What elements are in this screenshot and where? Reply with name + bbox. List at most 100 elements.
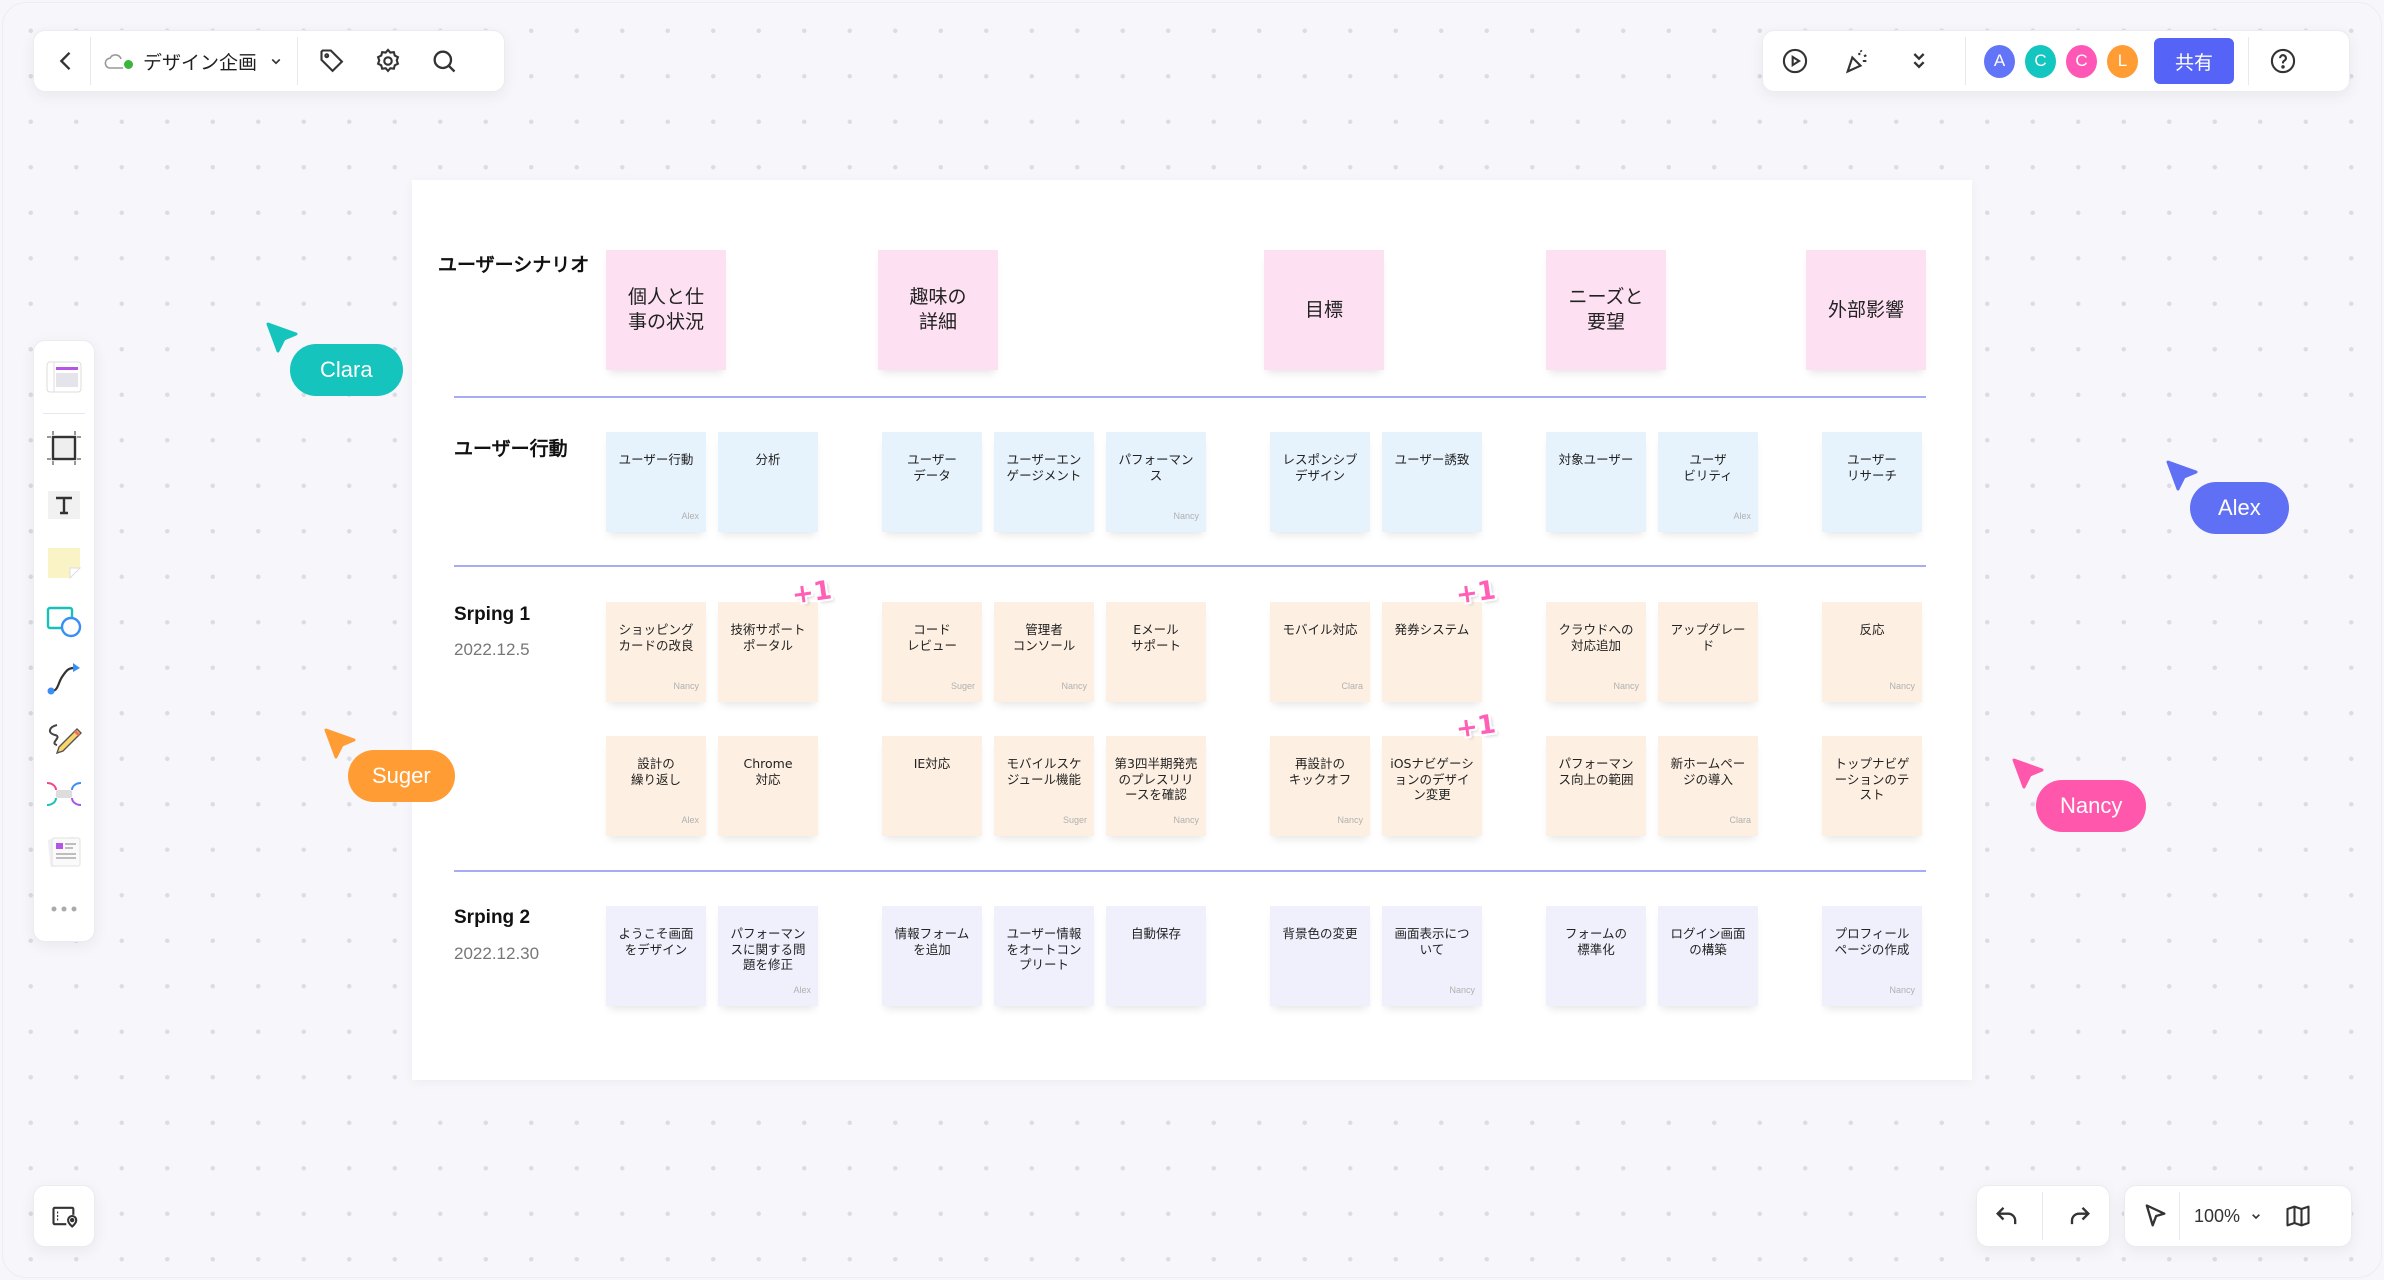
sprint1-sticky[interactable]: 技術サポート ポータル +1 bbox=[718, 575, 834, 702]
sticky-note-tool[interactable] bbox=[38, 537, 90, 589]
sprint1-sticky[interactable]: 新ホームペー ジの導入 Clara bbox=[1658, 736, 1758, 836]
outline-button[interactable] bbox=[33, 1185, 95, 1247]
sprint2-sticky[interactable]: ようこそ画面 をデザイン bbox=[606, 906, 706, 1006]
sprint1-sticky[interactable]: トップナビゲ ーションのテ スト bbox=[1822, 736, 1922, 836]
sprint1-sticky[interactable]: モバイルスケ ジュール機能 Suger bbox=[994, 736, 1094, 836]
user-action-sticky[interactable]: ユーザー リサーチ bbox=[1822, 432, 1922, 532]
user-action-sticky[interactable]: ユーザ ビリティ Alex bbox=[1658, 432, 1758, 532]
sprint2-sticky[interactable]: 背景色の変更 bbox=[1270, 906, 1370, 1006]
user-action-sticky[interactable]: ユーザーエン ゲージメント bbox=[994, 432, 1094, 532]
sprint1-sticky[interactable]: Chrome 対応 bbox=[718, 736, 818, 836]
user-action-sticky[interactable]: レスポンシブ デザイン bbox=[1270, 432, 1370, 532]
settings-icon bbox=[376, 48, 400, 73]
frame-tool[interactable] bbox=[38, 422, 90, 474]
avatar[interactable]: A bbox=[1984, 44, 2015, 78]
divider bbox=[2042, 1192, 2044, 1240]
sticky-text: フォームの 標準化 bbox=[1564, 926, 1628, 957]
user-action-sticky[interactable]: 対象ユーザー bbox=[1546, 432, 1646, 532]
text-icon bbox=[48, 491, 80, 520]
sprint2-sticky[interactable]: 画面表示につ いて Nancy bbox=[1382, 906, 1482, 1006]
sticky-text: 目標 bbox=[1304, 298, 1343, 321]
text-tool[interactable] bbox=[38, 479, 90, 531]
row-separator bbox=[454, 565, 1926, 567]
mindmap-tool[interactable] bbox=[38, 768, 90, 820]
sprint2-sticky[interactable]: ログイン画面 の構築 bbox=[1658, 906, 1758, 1006]
settings-button[interactable] bbox=[364, 37, 412, 85]
sprint1-sticky[interactable]: IE対応 bbox=[882, 736, 982, 836]
sprint1-sticky[interactable]: モバイル対応 Clara bbox=[1270, 602, 1370, 702]
sprint1-sticky[interactable]: 再設計の キックオフ Nancy bbox=[1270, 736, 1370, 836]
zoom-level-dropdown[interactable]: 100% bbox=[2180, 1206, 2274, 1227]
sprint1-sticky[interactable]: 設計の 繰り返し Alex bbox=[606, 736, 706, 836]
sprint1-sticky[interactable]: iOSナビゲーシ ョンのデザイ ン変更 +1 bbox=[1382, 709, 1498, 836]
divider bbox=[2248, 37, 2249, 85]
sprint1-sticky[interactable]: クラウドへの 対応追加 Nancy bbox=[1546, 602, 1646, 702]
vote-sticker: +1 bbox=[1454, 575, 1498, 611]
scenario-sticky[interactable]: 外部影響 bbox=[1806, 250, 1926, 370]
pen-icon bbox=[49, 724, 82, 755]
scenario-sticky[interactable]: 個人と仕 事の状況 bbox=[606, 250, 726, 370]
celebrate-button[interactable] bbox=[1833, 37, 1881, 85]
select-tool-button[interactable] bbox=[2131, 1192, 2179, 1240]
minimap-button[interactable] bbox=[2274, 1192, 2322, 1240]
sprint2-sticky[interactable]: プロフィール ページの作成 Nancy bbox=[1822, 906, 1922, 1006]
scenario-sticky[interactable]: ニーズと 要望 bbox=[1546, 250, 1666, 370]
sticky-author: Nancy bbox=[1889, 680, 1915, 691]
sticky-author: Alex bbox=[681, 814, 699, 825]
frame-icon bbox=[47, 430, 81, 465]
sprint1-sticky[interactable]: コード レビュー Suger bbox=[882, 602, 982, 702]
share-button[interactable]: 共有 bbox=[2154, 38, 2234, 84]
sticky-author: Nancy bbox=[1173, 510, 1199, 521]
pen-tool[interactable] bbox=[38, 710, 90, 762]
sprint2-sticky[interactable]: 情報フォーム を追加 bbox=[882, 906, 982, 1006]
help-button[interactable] bbox=[2259, 37, 2307, 85]
avatar[interactable]: C bbox=[2025, 44, 2056, 78]
present-button[interactable] bbox=[1771, 37, 1819, 85]
search-button[interactable] bbox=[420, 37, 468, 85]
user-action-sticky[interactable]: ユーザー データ bbox=[882, 432, 982, 532]
sprint1-sticky[interactable]: 発券システム +1 bbox=[1382, 575, 1498, 702]
sprint2-sticky[interactable]: ユーザー情報 をオートコン プリート bbox=[994, 906, 1094, 1006]
creation-toolbar bbox=[33, 340, 95, 942]
expand-button[interactable] bbox=[1895, 37, 1943, 85]
connector-tool[interactable] bbox=[38, 652, 90, 704]
shape-tool[interactable] bbox=[38, 595, 90, 647]
document-title-dropdown[interactable]: デザイン企画 bbox=[91, 48, 297, 75]
tag-button[interactable] bbox=[308, 37, 356, 85]
sprint2-sticky[interactable]: パフォーマン スに関する問 題を修正 Alex bbox=[718, 906, 818, 1006]
template-tool[interactable] bbox=[38, 351, 90, 403]
sprint1-sticky[interactable]: 第3四半期発売 のプレスリリ ースを確認 Nancy bbox=[1106, 736, 1206, 836]
document-tool[interactable] bbox=[38, 826, 90, 878]
sprint2-sticky[interactable]: 自動保存 bbox=[1106, 906, 1206, 1006]
redo-button[interactable] bbox=[2055, 1192, 2103, 1240]
avatar[interactable]: L bbox=[2107, 44, 2138, 78]
sprint1-sticky[interactable]: パフォーマン ス向上の範囲 bbox=[1546, 736, 1646, 836]
outline-icon bbox=[52, 1206, 78, 1228]
avatar[interactable]: C bbox=[2066, 44, 2097, 78]
undo-button[interactable] bbox=[1983, 1192, 2031, 1240]
sticky-text: トップナビゲ ーションのテ スト bbox=[1834, 756, 1910, 802]
sticky-text: 管理者 コンソール bbox=[1012, 622, 1076, 653]
sprint1-sticky[interactable]: アップグレー ド bbox=[1658, 602, 1758, 702]
sticky-text: ログイン画面 の構築 bbox=[1670, 926, 1746, 957]
sprint1-sticky[interactable]: Eメール サポート bbox=[1106, 602, 1206, 702]
sticky-author: Nancy bbox=[1449, 984, 1475, 995]
sprint1-sticky[interactable]: 管理者 コンソール Nancy bbox=[994, 602, 1094, 702]
scenario-sticky[interactable]: 趣味の 詳細 bbox=[878, 250, 998, 370]
vote-sticker: +1 bbox=[1454, 709, 1498, 745]
scenario-sticky[interactable]: 目標 bbox=[1264, 250, 1384, 370]
user-action-sticky[interactable]: ユーザー行動 Alex bbox=[606, 432, 706, 532]
more-tools-button[interactable] bbox=[38, 883, 90, 935]
sprint1-sticky[interactable]: ショッピング カードの改良 Nancy bbox=[606, 602, 706, 702]
sprint2-sticky[interactable]: フォームの 標準化 bbox=[1546, 906, 1646, 1006]
sprint1-sticky[interactable]: 反応 Nancy bbox=[1822, 602, 1922, 702]
sticky-text: 趣味の 詳細 bbox=[909, 286, 967, 333]
user-action-sticky[interactable]: ユーザー誘致 bbox=[1382, 432, 1482, 532]
sticky-text: 技術サポート ポータル bbox=[730, 622, 806, 653]
user-action-sticky[interactable]: 分析 bbox=[718, 432, 818, 532]
back-button[interactable] bbox=[42, 37, 90, 85]
user-action-sticky[interactable]: パフォーマン ス Nancy bbox=[1106, 432, 1206, 532]
sticky-author: Nancy bbox=[1061, 680, 1087, 691]
row-separator bbox=[454, 870, 1926, 872]
board-frame: ユーザーシナリオ ユーザー行動 Srping 1 2022.12.5 Srpin… bbox=[412, 180, 1972, 1080]
